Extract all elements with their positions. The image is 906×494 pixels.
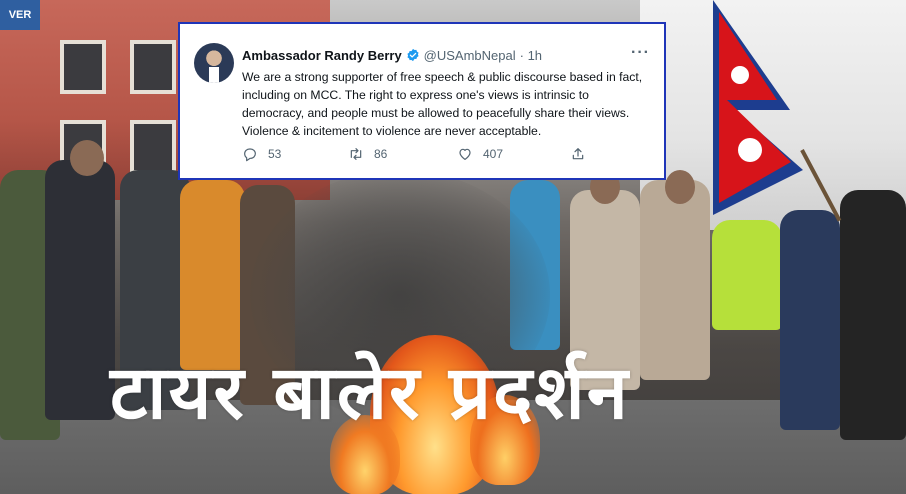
- protester: [840, 190, 906, 440]
- like-icon: [459, 148, 471, 160]
- building-sign: VER: [0, 0, 40, 30]
- author-name[interactable]: Ambassador Randy Berry: [242, 48, 402, 63]
- tweet-time[interactable]: · 1h: [520, 48, 542, 63]
- tweet-card: Ambassador Randy Berry @USAmbNepal · 1h …: [178, 22, 666, 180]
- retweet-button[interactable]: 86: [348, 146, 387, 162]
- tweet-actions: 53 86 407: [242, 146, 592, 164]
- headline: टायर बालेर प्रदर्शन: [110, 350, 630, 436]
- reply-button[interactable]: 53: [242, 146, 281, 162]
- like-button[interactable]: 407: [457, 146, 503, 162]
- author-handle[interactable]: @USAmbNepal: [424, 48, 516, 63]
- protester: [180, 180, 245, 370]
- window: [130, 40, 176, 94]
- tweet-header: Ambassador Randy Berry @USAmbNepal · 1h …: [242, 44, 650, 64]
- like-count: 407: [483, 147, 504, 161]
- head: [70, 140, 104, 176]
- share-button[interactable]: [570, 146, 596, 162]
- avatar[interactable]: [194, 43, 234, 83]
- share-icon: [572, 148, 584, 160]
- verified-badge-icon: [407, 48, 419, 62]
- tweet-text: We are a strong supporter of free speech…: [242, 70, 643, 138]
- head: [665, 170, 695, 204]
- reply-count: 53: [268, 147, 282, 161]
- nepal-flag-icon: [713, 0, 803, 215]
- protester: [712, 220, 782, 330]
- reply-icon: [244, 148, 256, 162]
- retweet-icon: [350, 148, 362, 160]
- more-options-icon[interactable]: ···: [631, 44, 650, 62]
- retweet-count: 86: [374, 147, 388, 161]
- window: [60, 40, 106, 94]
- protester: [45, 160, 115, 420]
